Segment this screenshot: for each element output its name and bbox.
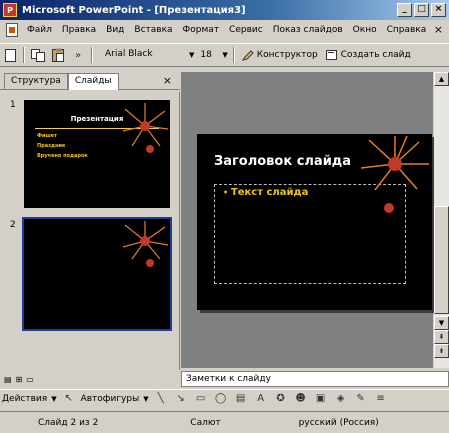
close-document-icon[interactable]: × [434, 23, 443, 36]
font-name-dropdown-icon[interactable]: ▼ [189, 51, 194, 59]
slide-position-status: Слайд 2 из 2 [38, 417, 99, 428]
language-status: русский (Россия) [298, 417, 379, 428]
menu-slideshow[interactable]: Показ слайдов [268, 25, 348, 35]
line-icon[interactable]: ╲ [153, 391, 169, 407]
status-bar: Слайд 2 из 2 Салют русский (Россия) [0, 411, 449, 433]
firework-decoration [122, 221, 169, 267]
diagram-icon[interactable]: ✪ [273, 391, 289, 407]
picture-icon[interactable]: ▣ [313, 391, 329, 407]
current-slide[interactable]: Заголовок слайда Текст слайда [197, 134, 432, 310]
menu-bar: Файл Правка Вид Вставка Формат Сервис По… [0, 20, 449, 40]
toolbar-separator [91, 47, 93, 63]
menu-edit[interactable]: Правка [57, 25, 101, 35]
menu-file[interactable]: Файл [22, 25, 57, 35]
new-slide-button-label: Создать слайд [340, 50, 411, 60]
line-style-icon[interactable]: ≡ [373, 391, 389, 407]
new-slide-button[interactable]: Создать слайд [322, 49, 415, 61]
slide-thumbnails: 1 Презентация Фишет Праздник Вручено под… [0, 92, 180, 370]
firework-decoration [360, 135, 429, 213]
view-buttons: ▤ ⊞ ▭ [0, 372, 180, 386]
actions-dropdown-icon[interactable]: ▼ [51, 395, 56, 403]
slide-thumbnail-2[interactable] [22, 217, 172, 331]
fill-color-icon[interactable]: ◈ [333, 391, 349, 407]
textbox-icon[interactable]: ▤ [233, 391, 249, 407]
firework-decoration [122, 103, 169, 153]
minimize-button[interactable]: _ [397, 3, 412, 17]
menu-insert[interactable]: Вставка [129, 25, 177, 35]
font-name-field[interactable]: Arial Black [102, 47, 187, 63]
menu-tools[interactable]: Сервис [224, 25, 268, 35]
normal-view-icon[interactable]: ▤ [4, 375, 12, 384]
close-window-button[interactable]: × [431, 3, 446, 17]
slide-thumbnail-1[interactable]: Презентация Фишет Праздник Вручено подар… [24, 100, 170, 208]
slide-sorter-view-icon[interactable]: ⊞ [16, 375, 23, 384]
paste-icon[interactable] [50, 47, 66, 63]
new-slide-icon [325, 50, 337, 60]
design-button-label: Конструктор [256, 50, 318, 60]
toolbar-separator [232, 47, 235, 63]
rectangle-icon[interactable]: ▭ [193, 391, 209, 407]
actions-menu[interactable]: Действия [0, 394, 49, 404]
thumbnail-bullet: Фишет [37, 133, 58, 139]
powerpoint-app-icon[interactable]: P [3, 3, 17, 17]
scrollbar-thumb[interactable] [434, 206, 449, 314]
drawing-toolbar: Действия ▼ ↖ Автофигуры ▼ ╲ ↘ ▭ ◯ ▤ A ✪ … [0, 389, 449, 407]
design-template-status: Салют [190, 417, 221, 428]
menu-window[interactable]: Окно [348, 25, 382, 35]
menu-view[interactable]: Вид [101, 25, 129, 35]
design-button[interactable]: Конструктор [238, 49, 322, 61]
font-size-field[interactable]: 18 [196, 50, 220, 60]
menu-format[interactable]: Формат [178, 25, 225, 35]
scroll-down-icon[interactable]: ▼ [434, 316, 449, 330]
slide-number: 1 [10, 100, 16, 110]
oval-icon[interactable]: ◯ [213, 391, 229, 407]
vertical-scrollbar[interactable]: ▲ ▼ ⇞ ⇟ [434, 72, 449, 368]
autoshapes-menu[interactable]: Автофигуры [79, 394, 142, 404]
scroll-up-icon[interactable]: ▲ [434, 72, 449, 86]
slide-title[interactable]: Заголовок слайда [214, 154, 351, 169]
font-size-dropdown-icon[interactable]: ▼ [222, 51, 227, 59]
slide-show-view-icon[interactable]: ▭ [26, 375, 34, 384]
previous-slide-icon[interactable]: ⇞ [434, 330, 449, 344]
next-slide-icon[interactable]: ⇟ [434, 344, 449, 358]
tab-slides[interactable]: Слайды [67, 73, 119, 90]
title-bar: P Microsoft PowerPoint - [Презентация3] … [0, 0, 449, 20]
select-pointer-icon[interactable]: ↖ [61, 391, 77, 407]
clipart-icon[interactable]: ☻ [293, 391, 309, 407]
autoshapes-dropdown-icon[interactable]: ▼ [143, 395, 148, 403]
thumbnail-bullet: Вручено подарок [37, 153, 88, 159]
arrow-icon[interactable]: ↘ [173, 391, 189, 407]
copy-icon[interactable] [30, 47, 46, 63]
menu-help[interactable]: Справка [382, 25, 432, 35]
tab-outline[interactable]: Структура [4, 73, 68, 89]
notes-field[interactable]: Заметки к слайду [181, 371, 449, 387]
more-buttons-icon[interactable]: » [70, 47, 86, 63]
new-document-icon[interactable] [2, 47, 18, 63]
formatting-toolbar: » Arial Black ▼ 18 ▼ Конструктор Создать… [0, 43, 449, 67]
slides-pane: Структура Слайды × 1 Презентация Фишет П… [0, 72, 180, 370]
line-color-icon[interactable]: ✎ [353, 391, 369, 407]
window-title: Microsoft PowerPoint - [Презентация3] [22, 4, 246, 16]
pencil-icon [241, 50, 254, 61]
close-pane-icon[interactable]: × [163, 74, 172, 87]
document-icon[interactable] [6, 23, 18, 37]
slide-number: 2 [10, 220, 16, 230]
toolbar-separator [23, 47, 25, 63]
pane-tabs: Структура Слайды × [0, 72, 180, 90]
maximize-button[interactable]: □ [414, 3, 429, 17]
thumbnail-bullet: Праздник [37, 143, 66, 149]
wordart-icon[interactable]: A [253, 391, 269, 407]
slide-body-text[interactable]: Текст слайда [223, 187, 308, 198]
